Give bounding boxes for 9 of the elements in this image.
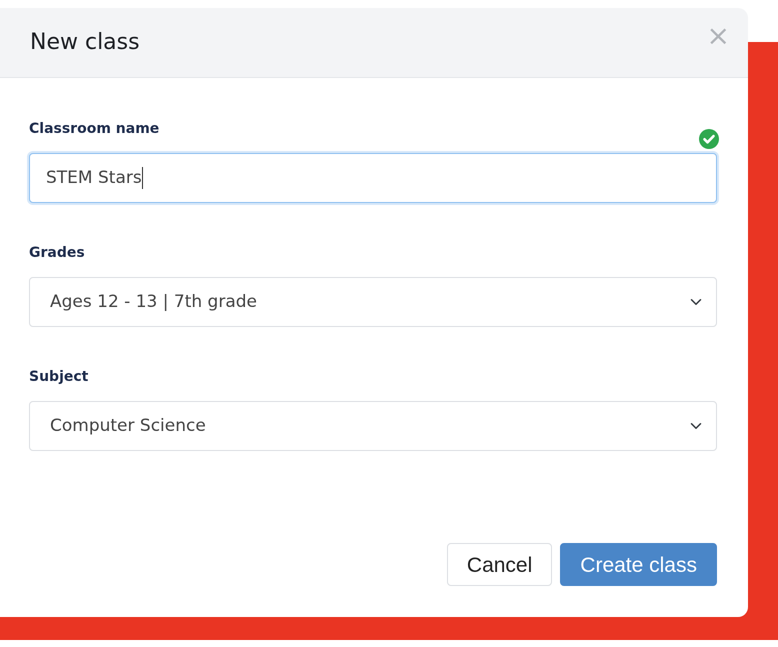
field-label: Subject [29,366,88,386]
dropdown-select[interactable]: Ages 12 - 13 | 7th grade [29,277,717,327]
create-button[interactable]: Create class [560,543,717,586]
dialog-title: New class [30,29,140,56]
cancel-button[interactable]: Cancel [446,543,552,586]
text-input-field[interactable]: STEM Stars [29,153,717,203]
dropdown-select[interactable]: Computer Science [29,401,717,451]
field-label: Classroom name [29,118,160,138]
field-label: Grades [29,242,85,262]
